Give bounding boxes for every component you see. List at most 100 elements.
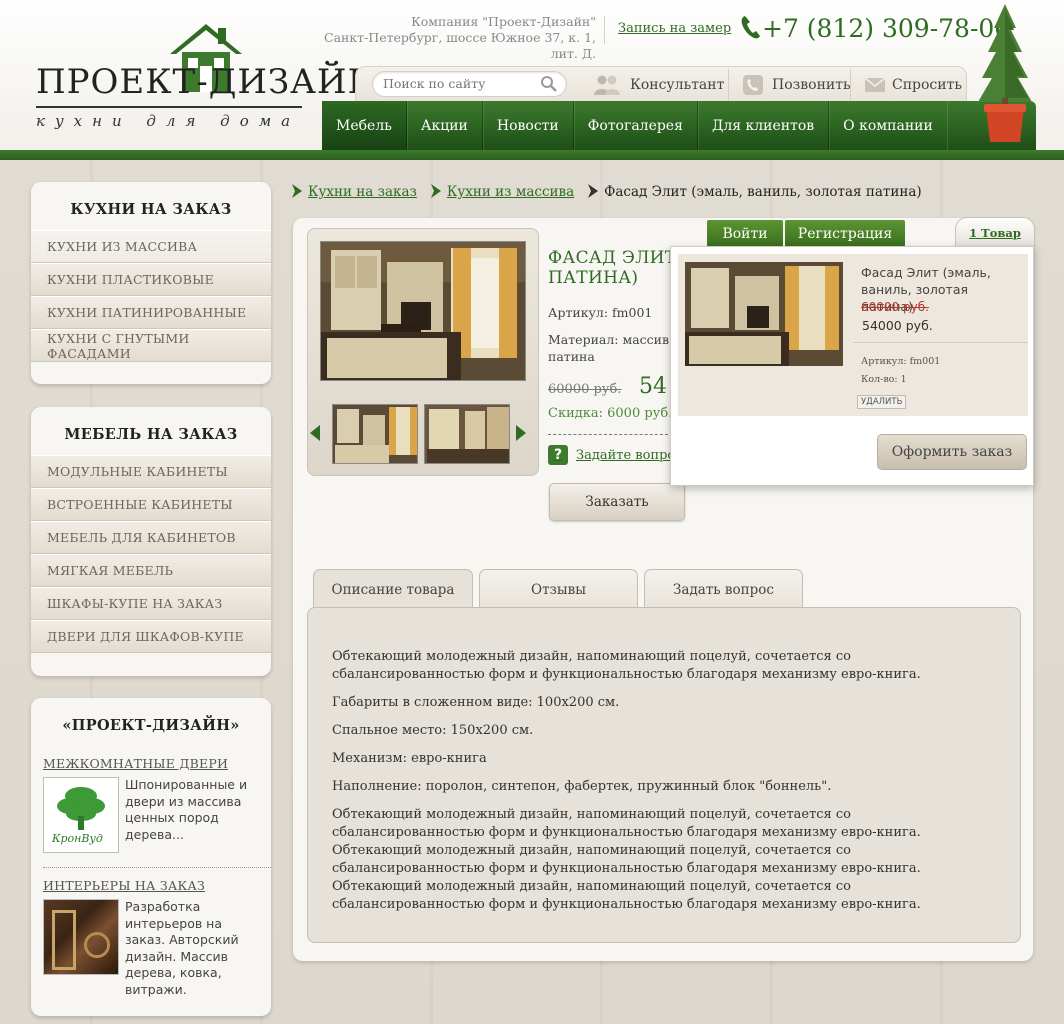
kronwood-logo-text: КронВуд [51,832,103,845]
order-button[interactable]: Заказать [549,483,685,521]
sidebar-item-upholstered[interactable]: МЯГКАЯ МЕБЕЛЬ [31,554,271,587]
topbar-separator [728,69,729,101]
nav-item-gallery[interactable]: Фотогалерея [574,101,698,150]
logo-tagline: кухни для дома [36,112,301,130]
interior-thumbnail[interactable] [43,899,119,975]
cart-item-divider [853,342,1028,343]
gallery-thumbnail[interactable] [424,404,510,464]
site-logo[interactable]: ПРОЕКТ-ДИЗАЙН кухни для дома [36,18,377,130]
gallery-next-arrow-icon[interactable] [516,425,526,441]
cart-item-price: 54000 руб. [862,318,933,333]
product-material: Материал: массив д [548,332,681,347]
phone-icon [743,75,763,95]
nav-item-furniture[interactable]: Мебель [322,101,407,150]
product-title: ФАСАД ЭЛИТ ПАТИНА) [548,248,676,288]
kitchen-photo-icon [685,262,843,366]
register-button[interactable]: Регистрация [785,220,905,247]
cart-button[interactable]: 1 Товар [955,217,1035,247]
company-name: Компания "Проект-Дизайн" [411,14,596,29]
sidebar-item-wardrobes[interactable]: ШКАФЫ-КУПЕ НА ЗАКАЗ [31,587,271,620]
description-paragraph: Обтекающий молодежный дизайн, напоминающ… [332,649,921,682]
sidebar-item-curved-kitchens[interactable]: КУХНИ С ГНУТЫМИ ФАСАДАМИ [31,329,271,362]
ask-button[interactable]: Спросить [864,67,962,103]
description-paragraph: Наполнение: поролон, синтепон, фабертек,… [332,779,832,794]
product-discount: Скидка: 6000 руб. [548,406,673,421]
nav-item-news[interactable]: Новости [483,101,574,150]
envelope-icon [864,77,886,92]
cart-popup: Фасад Элит (эмаль, ваниль, золотая патин… [670,246,1034,486]
breadcrumb-solid-wood[interactable]: Кухни из массива [447,184,574,200]
promo-link-interiors[interactable]: ИНТЕРЬЕРЫ НА ЗАКАЗ [31,878,271,893]
call-button[interactable]: Позвонить [742,67,851,103]
company-address: Санкт-Петербург, шоссе Южное 37, к. 1, л… [324,30,596,61]
company-info: Компания "Проект-Дизайн" Санкт-Петербург… [300,14,596,62]
measure-link[interactable]: Запись на замер [618,21,731,36]
question-icon: ? [548,445,568,465]
tab-reviews[interactable]: Отзывы [479,569,638,609]
cart-item-image[interactable] [685,262,843,366]
product-new-price: 54 [639,374,667,399]
kitchen-thumb-icon [333,405,417,463]
product-material: патина [548,349,595,364]
cart-delete-button[interactable]: УДАЛИТЬ [857,395,907,409]
promo-title: «ПРОЕКТ-ДИЗАЙН» [62,717,240,734]
sidebar-item-office-furniture[interactable]: МЕБЕЛЬ ДЛЯ КАБИНЕТОВ [31,521,271,554]
consultant-button[interactable]: Консультант [592,67,724,103]
sidebar-item-solid-wood-kitchens[interactable]: КУХНИ ИЗ МАССИВА [31,230,271,263]
logo-text: ПРОЕКТ-ДИЗАЙН [36,62,379,102]
product-title-line: ПАТИНА) [548,268,639,288]
tab-ask-question[interactable]: Задать вопрос [644,569,803,609]
auth-buttons: Войти Регистрация [707,220,905,247]
search-input[interactable] [383,76,533,91]
header-green-stripe [0,150,1064,160]
nav-item-clients[interactable]: Для клиентов [698,101,830,150]
consultant-label: Консультант [630,77,725,93]
gallery-thumbnail[interactable] [332,404,418,464]
promo-divider [43,867,271,868]
chevron-right-icon [588,184,599,198]
sidebar-item-patina-kitchens[interactable]: КУХНИ ПАТИНИРОВАННЫЕ [31,296,271,329]
ask-question-link[interactable]: ? Задайте вопрос [548,445,683,465]
kitchen-thumb-icon [425,405,509,463]
people-icon [594,75,620,95]
kronwood-logo[interactable]: КронВуд [43,777,119,853]
tree-logo-icon: КронВуд [51,787,105,845]
header-divider [604,16,605,44]
promo-doors-text: Шпонированные и двери из массива ценных … [125,777,248,842]
search-icon[interactable] [540,75,558,93]
sidebar-item-wardrobe-doors[interactable]: ДВЕРИ ДЛЯ ШКАФОВ-КУПЕ [31,620,271,653]
nav-item-about[interactable]: О компании [829,101,947,150]
price-divider [548,434,668,435]
breadcrumb-kitchens[interactable]: Кухни на заказ [308,184,417,200]
product-old-price: 60000 руб. [548,382,622,397]
ask-label: Спросить [892,77,962,93]
kitchens-menu-title: КУХНИ НА ЗАКАЗ [70,201,232,218]
phone-handset-icon [741,16,760,39]
promo-interiors-text: Разработка интерьеров на заказ. Авторски… [125,899,239,997]
nav-item-promotions[interactable]: Акции [407,101,483,150]
gallery-prev-arrow-icon[interactable] [310,425,320,441]
promo-link-doors[interactable]: МЕЖКОМНАТНЫЕ ДВЕРИ [31,756,271,771]
product-article: Артикул: fm001 [548,305,653,320]
description-paragraph: Обтекающий молодежный дизайн, напоминающ… [332,807,921,912]
interior-ornament-shape [84,932,110,958]
description-panel: Обтекающий молодежный дизайн, напоминающ… [307,607,1021,943]
sidebar-item-plastic-kitchens[interactable]: КУХНИ ПЛАСТИКОВЫЕ [31,263,271,296]
furniture-menu-title: МЕБЕЛЬ НА ЗАКАЗ [64,426,238,443]
sidebar-item-built-in-cabinets[interactable]: ВСТРОЕННЫЕ КАБИНЕТЫ [31,488,271,521]
topbar-separator [850,69,851,101]
checkout-button[interactable]: Оформить заказ [877,434,1027,470]
product-tabs: Описание товара Отзывы Задать вопрос [313,569,803,609]
breadcrumb-current: Фасад Элит (эмаль, ваниль, золотая патин… [604,184,922,200]
product-main-image[interactable] [320,241,526,381]
kitchen-photo-icon [321,242,525,380]
sidebar-item-modular-cabinets[interactable]: МОДУЛЬНЫЕ КАБИНЕТЫ [31,455,271,488]
promo-doors: КронВуд Шпонированные и двери из массива… [31,771,271,853]
call-label: Позвонить [772,77,851,93]
description-paragraph: Спальное место: 150х200 см. [332,723,534,738]
promo-interiors: Разработка интерьеров на заказ. Авторски… [31,893,271,998]
tab-description[interactable]: Описание товара [313,569,473,609]
cart-item-quantity: Кол-во: 1 [861,374,907,385]
login-button[interactable]: Войти [707,220,783,247]
main-navigation: Мебель Акции Новости Фотогалерея Для кли… [322,101,1036,150]
